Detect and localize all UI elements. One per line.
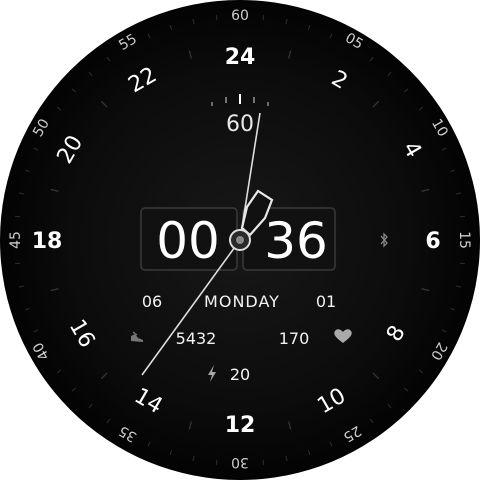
- heart-rate-value: 170: [279, 329, 310, 348]
- seconds-readout: 60: [226, 112, 254, 137]
- steps-value: 5432: [176, 329, 217, 348]
- hour-label: 6: [425, 229, 440, 254]
- minute-tick: [459, 262, 465, 265]
- minute-label: 60: [231, 8, 249, 24]
- hour-label: 12: [225, 413, 256, 438]
- minute-tick: [15, 215, 21, 218]
- date-weekday: MONDAY: [204, 292, 280, 311]
- hour-label: 18: [32, 229, 63, 254]
- battery-value: 20: [230, 365, 250, 384]
- minute-label: 45: [8, 231, 24, 249]
- date-month: 06: [142, 292, 162, 311]
- minute-tick: [262, 15, 265, 21]
- minute-tick: [215, 459, 218, 465]
- hour-label: 24: [225, 45, 256, 70]
- minute-label: 30: [231, 454, 249, 470]
- minute-label: 15: [456, 231, 472, 249]
- minute-tick: [215, 15, 218, 21]
- date-day: 01: [316, 292, 336, 311]
- minute-tick: [262, 459, 265, 465]
- hand-hub: [229, 229, 251, 251]
- minute-tick: [15, 262, 21, 265]
- hours-value: 00: [156, 212, 220, 270]
- minutes-value: 36: [264, 212, 328, 270]
- watch-face: 60 05 10 15 20 25 30 35 40 45 50 55 24 2…: [0, 0, 480, 480]
- minute-tick: [459, 215, 465, 218]
